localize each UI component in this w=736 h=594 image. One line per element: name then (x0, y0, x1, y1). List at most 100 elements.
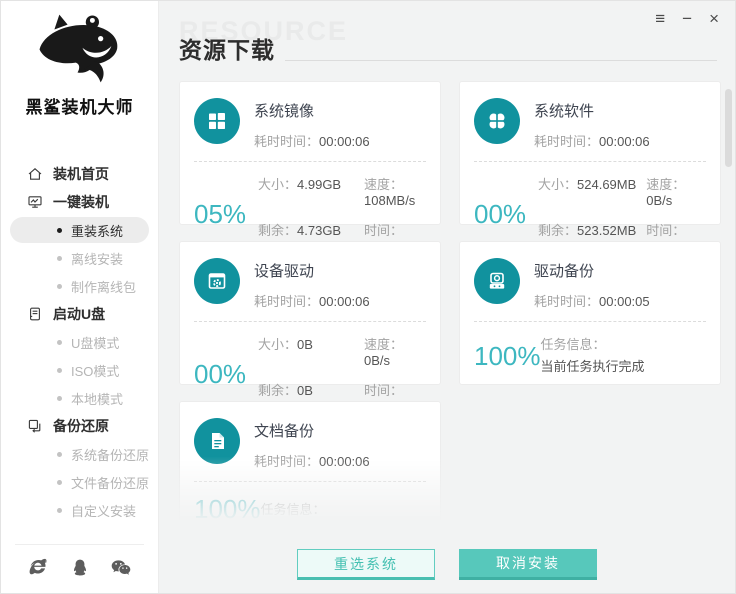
sidebar-item-one-key-install[interactable]: 一键装机 (1, 188, 158, 216)
sidebar-item-make-offline-pack[interactable]: 制作离线包 (1, 272, 158, 300)
app-name: 黑鲨装机大师 (25, 98, 134, 117)
backup-restore-icon (28, 419, 41, 433)
cancel-install-button[interactable]: 取消安装 (459, 549, 597, 580)
shark-logo-icon (39, 14, 117, 83)
card-device-driver: 设备驱动 耗时时间：00:00:06 00% 大小：0B 速度：0B/s 剩余：… (179, 241, 441, 414)
sidebar-menu: 装机首页 一键装机 重装系统 离线安装 制作离线包 启动U盘 U盘模式 ISO模… (1, 160, 158, 538)
download-cards: 系统镜像 耗时时间：00:00:06 05% 大小：4.99GB 速度：108M… (179, 81, 721, 525)
stat-value: 108MB/s (364, 193, 416, 208)
progress-percent: 00% (474, 198, 527, 229)
elapsed-value: 00:00:06 (599, 134, 650, 149)
card-system-image: 系统镜像 耗时时间：00:00:06 05% 大小：4.99GB 速度：108M… (179, 81, 441, 254)
sidebar-item-label: 备份还原 (53, 418, 109, 434)
footer-actions: 重选系统 取消安装 (159, 549, 735, 580)
app-logo: 黑鲨装机大师 (1, 1, 158, 118)
bullet-icon (57, 367, 62, 373)
stat-label: 速度： (364, 177, 404, 192)
card-title: 驱动备份 (534, 263, 595, 280)
drive-backup-icon (474, 258, 520, 304)
stat-value: 0B/s (646, 193, 673, 208)
sidebar-item-offline-install[interactable]: 离线安装 (1, 244, 158, 272)
bullet-icon (57, 283, 62, 289)
wechat-icon[interactable] (110, 557, 132, 579)
bullet-icon (57, 227, 62, 233)
usb-boot-icon (30, 307, 40, 321)
sidebar-item-label: 系统备份还原 (71, 447, 150, 463)
elapsed-value: 00:00:06 (319, 134, 370, 149)
title-rule (285, 60, 717, 61)
bullet-icon (57, 507, 62, 513)
stat-value: 524.69MB (577, 177, 637, 192)
elapsed-label: 耗时时间： (254, 134, 320, 149)
sidebar: 黑鲨装机大师 装机首页 一键装机 重装系统 离线安装 制作离线包 启动U盘 U盘… (1, 1, 159, 593)
stat-label: 大小： (258, 337, 298, 352)
elapsed-label: 耗时时间： (254, 454, 320, 469)
stat-value: 4.73GB (297, 223, 342, 238)
sidebar-item-usb-boot[interactable]: 启动U盘 (1, 300, 158, 328)
sidebar-item-home[interactable]: 装机首页 (1, 160, 158, 188)
card-document-backup: 文档备份 耗时时间：00:00:06 100% 任务信息： (179, 401, 441, 525)
card-driver-backup: 驱动备份 耗时时间：00:00:05 100% 任务信息： 当前任务执行完成 (459, 241, 721, 385)
sidebar-item-label: 本地模式 (71, 391, 124, 407)
progress-percent: 00% (194, 358, 247, 389)
card-title: 系统软件 (534, 103, 595, 120)
sidebar-item-label: 重装系统 (71, 223, 124, 239)
window-minimize-icon[interactable]: − (682, 9, 692, 29)
stat-label: 时间： (364, 223, 404, 238)
sidebar-item-file-backup-restore[interactable]: 文件备份还原 (1, 468, 158, 496)
bullet-icon (57, 479, 62, 485)
elapsed-label: 耗时时间： (254, 294, 320, 309)
sidebar-item-label: 自定义安装 (71, 503, 137, 519)
reselect-system-button[interactable]: 重选系统 (297, 549, 435, 580)
stat-label: 时间： (646, 223, 686, 238)
stat-value: 0B (297, 337, 313, 352)
device-driver-icon (194, 258, 240, 304)
sidebar-item-label: ISO模式 (71, 363, 120, 379)
ie-icon[interactable] (27, 557, 49, 579)
elapsed-value: 00:00:06 (319, 454, 370, 469)
sidebar-item-label: 离线安装 (71, 251, 124, 267)
stat-value: 523.52MB (577, 223, 637, 238)
sidebar-item-label: U盘模式 (71, 335, 120, 351)
sidebar-item-backup-restore[interactable]: 备份还原 (1, 412, 158, 440)
social-links (15, 544, 144, 593)
sidebar-item-label: 装机首页 (53, 166, 109, 182)
qq-icon[interactable] (69, 557, 91, 579)
one-key-install-icon (28, 196, 42, 208)
stat-label: 剩余： (258, 223, 298, 238)
stat-label: 剩余： (258, 383, 298, 398)
scrollbar-thumb[interactable] (725, 89, 732, 167)
sidebar-item-label: 启动U盘 (53, 306, 106, 322)
sidebar-item-usb-mode[interactable]: U盘模式 (1, 328, 158, 356)
elapsed-value: 00:00:06 (319, 294, 370, 309)
stat-label: 剩余： (538, 223, 578, 238)
window-menu-icon[interactable]: ≡ (655, 9, 665, 29)
bullet-icon (57, 451, 62, 457)
sidebar-item-system-backup-restore[interactable]: 系统备份还原 (1, 440, 158, 468)
window-close-icon[interactable]: × (709, 9, 719, 29)
bullet-icon (57, 339, 62, 345)
sidebar-item-custom-install[interactable]: 自定义安装 (1, 496, 158, 524)
sidebar-item-label: 制作离线包 (71, 279, 137, 295)
sidebar-item-iso-mode[interactable]: ISO模式 (1, 356, 158, 384)
sidebar-item-reinstall-system[interactable]: 重装系统 (10, 217, 149, 243)
sidebar-item-label: 一键装机 (53, 194, 109, 210)
card-title: 文档备份 (254, 423, 315, 440)
software-icon (474, 98, 520, 144)
stat-label: 时间： (364, 383, 404, 398)
page-title: 资源下载 (179, 37, 275, 63)
bullet-icon (57, 255, 62, 261)
task-label: 任务信息： (540, 337, 606, 352)
page-header: RESOURCE 资源下载 (179, 16, 717, 65)
stat-label: 速度： (364, 337, 404, 352)
window-controls: ≡ − × (655, 9, 719, 29)
stat-label: 速度： (646, 177, 686, 192)
sidebar-item-local-mode[interactable]: 本地模式 (1, 384, 158, 412)
elapsed-label: 耗时时间： (534, 294, 600, 309)
app-window: 黑鲨装机大师 装机首页 一键装机 重装系统 离线安装 制作离线包 启动U盘 U盘… (0, 0, 736, 594)
home-icon (28, 168, 42, 180)
progress-percent: 05% (194, 198, 247, 229)
sidebar-item-label: 文件备份还原 (71, 475, 150, 491)
elapsed-label: 耗时时间： (534, 134, 600, 149)
progress-percent: 100% (194, 494, 261, 524)
